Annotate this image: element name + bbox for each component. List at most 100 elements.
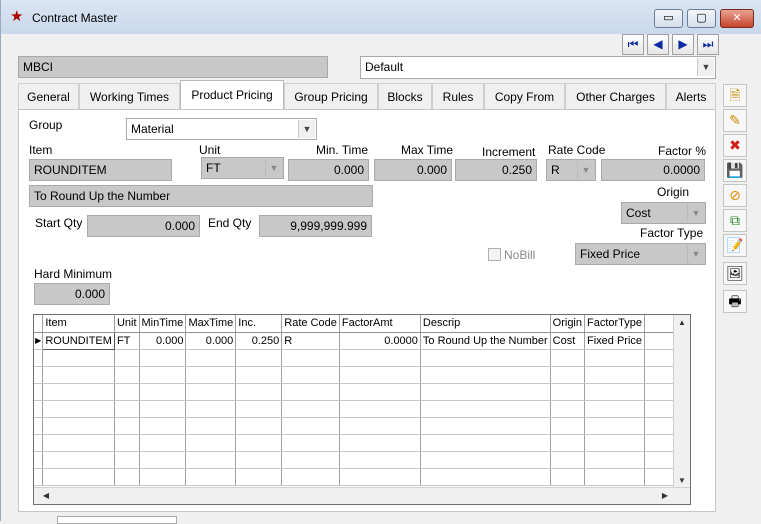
grid-cell[interactable]: ROUNDITEM [42, 331, 115, 350]
column-header[interactable]: FactorAmt [339, 315, 421, 333]
factor-percent-field[interactable]: 0.0000 [601, 159, 705, 181]
chevron-down-icon[interactable]: ▼ [697, 58, 714, 76]
pricing-table: Item Unit MinTime MaxTime Inc. Rate Code… [34, 315, 690, 486]
rate-code-select[interactable]: R ▼ [546, 159, 596, 181]
tab-copy-from[interactable]: Copy From [484, 83, 565, 109]
grid-cell[interactable]: Fixed Price [584, 332, 646, 350]
table-row[interactable]: ▶ ROUNDITEM FT 0.000 0.000 0.250 R 0.000… [34, 331, 690, 350]
min-time-field[interactable]: 0.000 [288, 159, 369, 181]
table-row[interactable] [34, 451, 690, 469]
horizontal-scrollbar[interactable]: ◀ ▶ [34, 487, 690, 504]
unit-select[interactable]: FT ▼ [201, 157, 284, 179]
grid-cell[interactable]: 0.0000 [339, 332, 421, 350]
column-header[interactable]: Unit [114, 315, 140, 333]
grid-cell[interactable]: R [281, 332, 340, 350]
print-button[interactable]: 🖶 [723, 290, 747, 313]
save-button[interactable]: 💾 [723, 159, 747, 182]
table-row[interactable] [34, 383, 690, 401]
tab-alerts[interactable]: Alerts [666, 83, 716, 109]
print-icon: 🖶 [728, 293, 742, 309]
table-row[interactable] [34, 349, 690, 367]
row-indicator-header [34, 315, 44, 333]
new-record-icon: 🗎 [729, 87, 741, 103]
cancel-button[interactable]: ⊘ [723, 184, 747, 207]
max-time-field[interactable]: 0.000 [374, 159, 452, 181]
hard-minimum-field[interactable]: 0.000 [34, 283, 110, 305]
factor-type-select[interactable]: Fixed Price ▼ [575, 243, 706, 265]
maximize-button[interactable]: ▢ [687, 9, 716, 28]
tab-rules[interactable]: Rules [432, 83, 484, 109]
next-record-button[interactable]: ▶ [672, 34, 694, 55]
end-qty-field[interactable]: 9,999,999.999 [259, 215, 372, 237]
scroll-right-icon[interactable]: ▶ [657, 488, 673, 504]
column-header[interactable]: Item [42, 315, 115, 333]
chevron-down-icon[interactable]: ▼ [687, 204, 704, 222]
grid-cell[interactable]: 0.250 [235, 332, 283, 350]
column-header[interactable]: FactorType [584, 315, 646, 333]
grid-cell[interactable]: 0.000 [185, 332, 237, 350]
grid-cell[interactable]: FT [114, 332, 140, 350]
chevron-down-icon[interactable]: ▼ [298, 120, 315, 138]
tab-group-pricing[interactable]: Group Pricing [284, 83, 378, 109]
contract-master-window: ★ Contract Master ▭ ▢ ✕ ⏮ ◀ ▶ ⏭ MBCI Def… [0, 0, 761, 524]
table-row[interactable] [34, 366, 690, 384]
status-field[interactable] [57, 516, 177, 524]
tab-product-pricing[interactable]: Product Pricing [180, 80, 284, 110]
delete-record-button[interactable]: ✖ [723, 134, 747, 157]
pricing-grid[interactable]: Item Unit MinTime MaxTime Inc. Rate Code… [33, 314, 691, 505]
new-record-button[interactable]: 🗎 [723, 84, 747, 107]
tab-other-charges[interactable]: Other Charges [565, 83, 666, 109]
table-row[interactable] [34, 417, 690, 435]
scroll-left-icon[interactable]: ◀ [38, 488, 54, 504]
unit-label: Unit [199, 143, 221, 157]
origin-select[interactable]: Cost ▼ [621, 202, 706, 224]
grid-cell[interactable]: Cost [550, 332, 586, 350]
table-row[interactable] [34, 468, 690, 486]
prev-record-button[interactable]: ◀ [647, 34, 669, 55]
tab-blocks[interactable]: Blocks [378, 83, 432, 109]
column-header[interactable]: Inc. [235, 315, 283, 333]
contract-code-field[interactable]: MBCI [18, 56, 328, 78]
column-header[interactable]: Rate Code [281, 315, 340, 333]
scroll-up-icon[interactable]: ▲ [674, 315, 690, 331]
tab-working-times[interactable]: Working Times [79, 83, 180, 109]
table-row[interactable] [34, 400, 690, 418]
nobill-checkbox[interactable] [488, 248, 501, 261]
rate-code-select-value: R [551, 163, 560, 177]
copy-button[interactable]: ⧉ [723, 209, 747, 232]
column-header[interactable]: Origin [550, 315, 586, 333]
rate-code-label: Rate Code [548, 143, 606, 157]
increment-label: Increment [482, 145, 536, 159]
group-select[interactable]: Material ▼ [126, 118, 317, 140]
origin-label: Origin [657, 185, 690, 199]
first-record-button[interactable]: ⏮ [622, 34, 644, 55]
edit-record-button[interactable]: ✎ [723, 109, 747, 132]
vertical-scrollbar[interactable]: ▲ ▼ [673, 315, 690, 489]
chevron-down-icon[interactable]: ▼ [687, 245, 704, 263]
close-button[interactable]: ✕ [720, 9, 754, 28]
column-header[interactable]: MaxTime [185, 315, 237, 333]
profile-select-value: Default [365, 60, 404, 74]
chevron-down-icon[interactable]: ▼ [265, 159, 282, 177]
table-row[interactable] [34, 434, 690, 452]
minimize-button[interactable]: ▭ [654, 9, 683, 28]
notes-button[interactable]: 📝 [723, 234, 747, 257]
column-header[interactable]: MinTime [139, 315, 187, 333]
group-label: Group [29, 118, 63, 132]
column-header[interactable]: Descrip [420, 315, 551, 333]
start-qty-label: Start Qty [35, 216, 83, 230]
profile-select[interactable]: Default ▼ [360, 56, 716, 79]
item-field[interactable]: ROUNDITEM [29, 159, 172, 181]
report-button[interactable]: 🖼 [723, 262, 747, 285]
tab-general[interactable]: General [18, 83, 79, 109]
description-field[interactable]: To Round Up the Number [29, 185, 373, 207]
chevron-down-icon[interactable]: ▼ [577, 161, 594, 179]
title-bar[interactable]: ★ Contract Master ▭ ▢ ✕ [1, 0, 761, 34]
item-label: Item [29, 143, 53, 157]
start-qty-field[interactable]: 0.000 [87, 215, 200, 237]
hard-minimum-label: Hard Minimum [34, 267, 113, 281]
last-record-button[interactable]: ⏭ [697, 34, 719, 55]
grid-cell[interactable]: 0.000 [139, 332, 187, 350]
increment-field[interactable]: 0.250 [455, 159, 537, 181]
grid-cell[interactable]: To Round Up the Number [420, 332, 551, 350]
